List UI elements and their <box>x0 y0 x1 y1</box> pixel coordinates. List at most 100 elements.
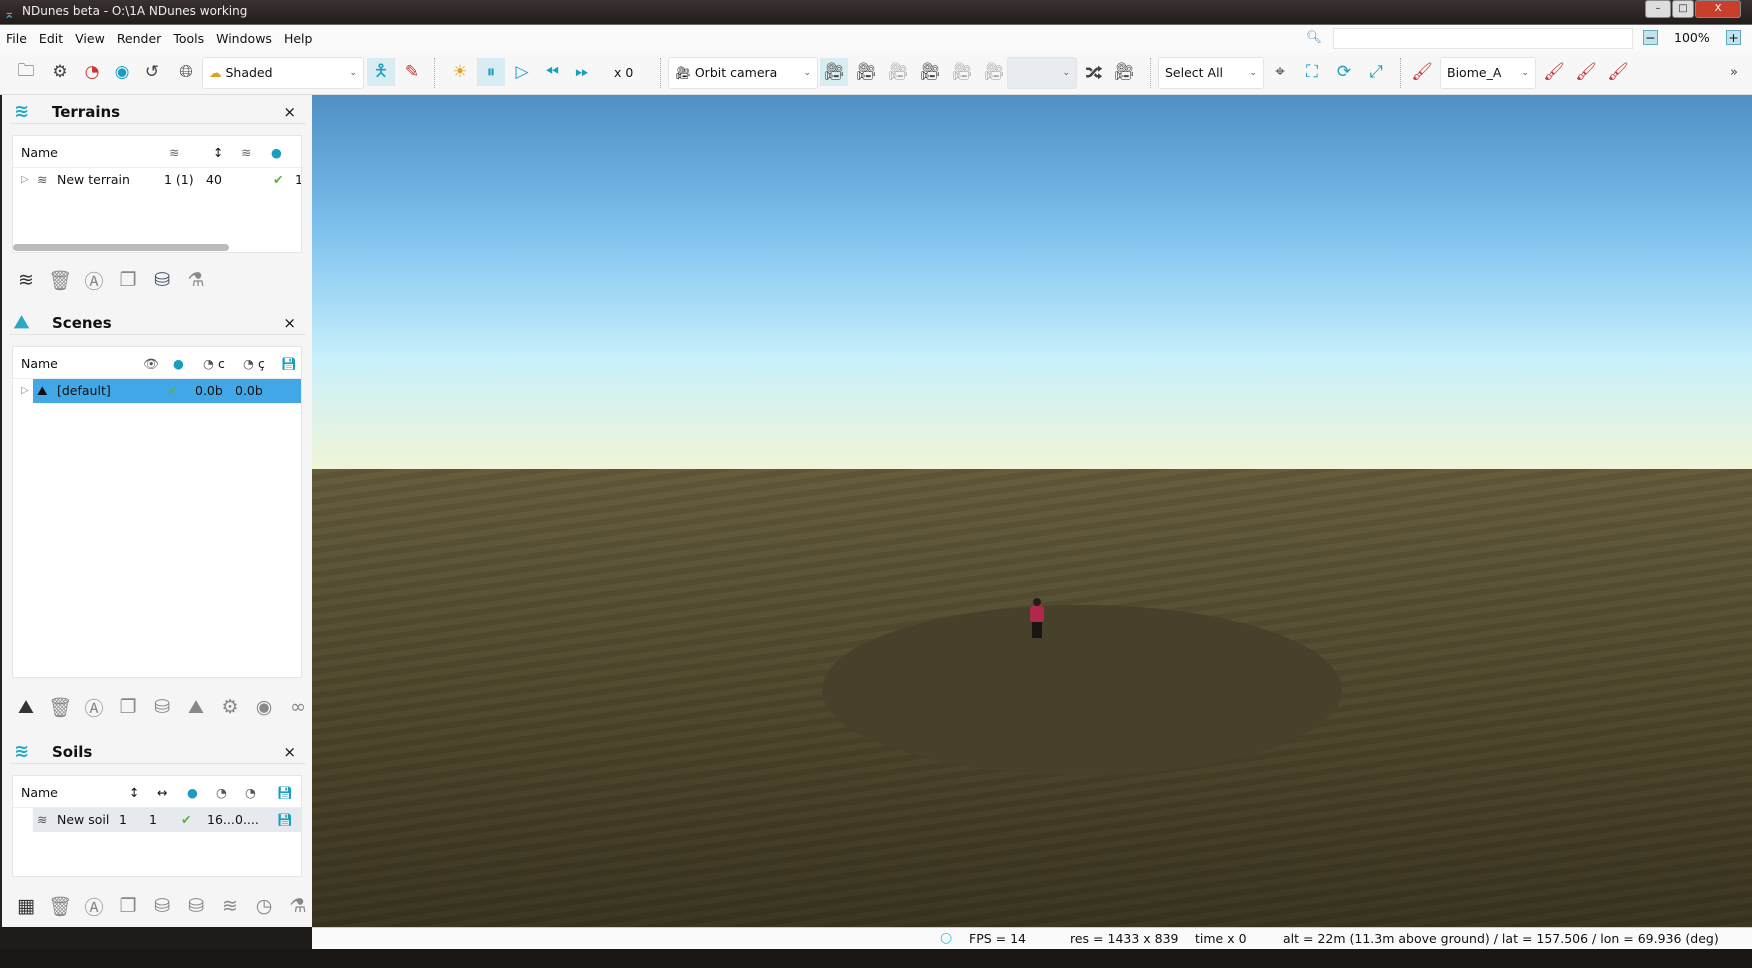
camera-slot-select[interactable]: ⌄ <box>1007 57 1077 89</box>
menu-render[interactable]: Render <box>111 31 168 46</box>
database-refresh-icon[interactable]: ⛁ <box>148 895 176 917</box>
rename-icon[interactable]: Ⓐ <box>80 893 108 920</box>
brush-move-icon[interactable]: 🖌︎ <box>1540 58 1568 86</box>
camera-add-icon[interactable]: 🎥︎ <box>916 58 944 86</box>
open-folder-icon[interactable]: 🗀 <box>12 58 40 86</box>
add-scene-icon[interactable]: ⛰ <box>12 696 40 718</box>
settings-icon[interactable]: ⚙ <box>216 696 244 718</box>
history-icon[interactable]: ↺ <box>138 58 166 86</box>
rename-icon[interactable]: Ⓐ <box>80 267 108 294</box>
add-layer-icon[interactable]: ≋ <box>216 895 244 917</box>
soils-close-button[interactable]: × <box>283 743 296 761</box>
visibility-col-icon[interactable]: 👁︎ <box>143 356 159 372</box>
pause-icon[interactable]: ⏸ <box>477 58 505 86</box>
cache2-col-icon[interactable]: ◔ <box>245 785 256 800</box>
table-row[interactable]: ≋ New soil 1 1 ✔ 16... 0.... 💾︎ <box>13 808 301 832</box>
save-col-icon[interactable]: 💾︎ <box>281 356 297 372</box>
brush-remove-icon[interactable]: 🖌︎ <box>1572 58 1600 86</box>
camera-load-icon[interactable]: 🎥︎ <box>980 58 1008 86</box>
shuffle-icon[interactable]: 🔀︎ <box>1080 58 1108 86</box>
toolbar-more-button[interactable]: » <box>1720 58 1748 86</box>
search-input[interactable] <box>1333 28 1633 49</box>
biome-select[interactable]: Biome_A ⌄ <box>1440 57 1536 89</box>
duplicate-icon[interactable]: ❐ <box>114 269 142 291</box>
save-col-icon[interactable]: 💾︎ <box>277 785 293 801</box>
fast-forward-icon[interactable]: ⏩︎ <box>568 58 596 86</box>
expand-icon[interactable]: ▷ <box>21 385 29 396</box>
cache-col-icon[interactable]: ◔ <box>216 785 227 800</box>
delete-icon[interactable]: 🗑︎ <box>46 269 74 292</box>
cache-col-icon[interactable]: ◔ <box>203 356 214 371</box>
chart-icon[interactable]: ◷ <box>250 895 278 917</box>
rotate-icon[interactable]: ⟳ <box>1330 58 1358 86</box>
menu-help[interactable]: Help <box>278 31 319 46</box>
eyedropper-icon[interactable]: ✎ <box>398 58 426 86</box>
brush-rotate-icon[interactable]: 🖌︎ <box>1604 58 1632 86</box>
camera-back-icon[interactable]: 🎥︎ <box>852 58 880 86</box>
export-icon[interactable]: ⚗ <box>182 269 210 291</box>
menu-windows[interactable]: Windows <box>210 31 278 46</box>
export-icon[interactable]: ⚗ <box>284 895 312 917</box>
table-row[interactable]: ▷ ≋ New terrain 1 (1) 40 ✔ 1( <box>13 168 301 192</box>
menu-file[interactable]: File <box>0 31 33 46</box>
column-name[interactable]: Name <box>21 356 58 371</box>
pointer-icon[interactable]: ⌖ <box>1266 58 1294 86</box>
save-icon[interactable]: 💾︎ <box>277 812 293 828</box>
maximize-button[interactable]: □ <box>1672 0 1694 18</box>
column-name[interactable]: Name <box>21 785 58 800</box>
horizontal-scrollbar[interactable] <box>13 244 229 251</box>
selection-select[interactable]: Select All ⌄ <box>1158 57 1264 89</box>
duplicate-icon[interactable]: ❐ <box>114 696 142 718</box>
eye-render-icon[interactable]: ◉ <box>108 58 136 86</box>
database-clear-icon[interactable]: ⛁ <box>148 696 176 718</box>
menu-edit[interactable]: Edit <box>33 31 69 46</box>
settings-gear-icon[interactable]: ⚙ <box>46 58 74 86</box>
render-mode-select[interactable]: ☁ Shaded ⌄ <box>202 57 364 89</box>
sunrise-icon[interactable]: ☀ <box>446 58 474 86</box>
play-icon[interactable]: ▷ <box>508 58 536 86</box>
close-button[interactable]: X <box>1695 0 1741 18</box>
rewind-icon[interactable]: ⏪︎ <box>538 58 566 86</box>
width-col-icon[interactable]: ↔ <box>157 785 167 800</box>
scenes-close-button[interactable]: × <box>283 314 296 332</box>
camera-remove-icon[interactable]: 🎥︎ <box>884 58 912 86</box>
minimize-button[interactable]: – <box>1645 0 1671 18</box>
scale-icon[interactable]: ⤢ <box>1362 58 1390 86</box>
zoom-in-button[interactable]: + <box>1726 30 1741 45</box>
column-c2[interactable]: ç <box>258 356 265 371</box>
zoom-out-button[interactable]: − <box>1643 30 1658 45</box>
column-c[interactable]: c <box>218 356 225 371</box>
camera-select[interactable]: 🎥︎ Orbit camera ⌄ <box>668 57 818 89</box>
layers-col-icon[interactable]: ≋ <box>169 145 179 160</box>
rename-icon[interactable]: Ⓐ <box>80 694 108 721</box>
camera-preset-icon[interactable]: 🎥︎ <box>820 58 848 86</box>
delete-icon[interactable]: 🗑︎ <box>46 895 74 918</box>
height-col-icon[interactable]: ↕ <box>213 145 223 160</box>
scene-check-icon[interactable]: ⛰ <box>182 696 210 718</box>
delete-icon[interactable]: 🗑︎ <box>46 696 74 719</box>
status-col-icon[interactable]: ● <box>173 356 184 371</box>
terrains-close-button[interactable]: × <box>283 103 296 121</box>
height-col-icon[interactable]: ↕ <box>129 785 139 800</box>
expand-icon[interactable]: ▷ <box>21 174 29 185</box>
table-row[interactable]: ▷ ⛰ [default] ✔ 0.0b 0.0b <box>13 379 301 403</box>
column-name[interactable]: Name <box>21 145 58 160</box>
binoculars-icon[interactable]: ∞ <box>284 696 312 718</box>
person-avatar[interactable] <box>1030 598 1044 638</box>
cache2-col-icon[interactable]: ◔ <box>243 356 254 371</box>
add-terrain-icon[interactable]: ≋ <box>12 269 40 291</box>
menu-view[interactable]: View <box>69 31 111 46</box>
globe-icon[interactable]: 🌐︎ <box>172 58 200 86</box>
status-col-icon[interactable]: ● <box>187 785 198 800</box>
database-clear-icon[interactable]: ⛁ <box>182 895 210 917</box>
menu-tools[interactable]: Tools <box>167 31 210 46</box>
layer-col-icon[interactable]: ≋ <box>241 145 251 160</box>
camera-info-icon[interactable]: 🎥︎ <box>1110 58 1138 86</box>
brush-icon[interactable]: 🖌︎ <box>1408 58 1436 86</box>
camera-save-icon[interactable]: 🎥︎ <box>948 58 976 86</box>
person-icon[interactable]: 🯅 <box>367 58 395 86</box>
record-icon[interactable]: ◉ <box>250 696 278 718</box>
duplicate-icon[interactable]: ❐ <box>114 895 142 917</box>
3d-viewport[interactable] <box>312 95 1752 927</box>
add-soil-icon[interactable]: ▦ <box>12 895 40 917</box>
